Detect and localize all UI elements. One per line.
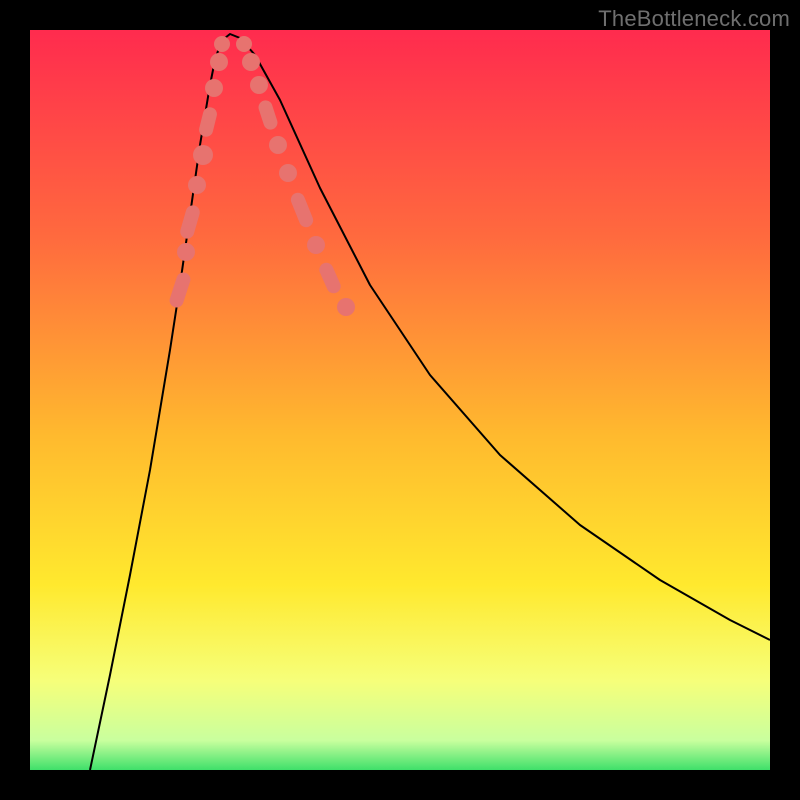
data-marker bbox=[242, 53, 260, 71]
data-marker bbox=[279, 164, 297, 182]
data-marker bbox=[307, 236, 325, 254]
data-marker bbox=[269, 136, 287, 154]
data-marker bbox=[193, 145, 213, 165]
data-marker bbox=[337, 298, 355, 316]
data-marker bbox=[289, 191, 315, 230]
chart-frame: TheBottleneck.com bbox=[0, 0, 800, 800]
data-marker bbox=[214, 36, 230, 52]
data-marker bbox=[168, 271, 192, 310]
data-marker bbox=[236, 36, 252, 52]
bottleneck-curve bbox=[90, 34, 770, 770]
data-marker bbox=[257, 99, 280, 132]
data-marker bbox=[317, 261, 343, 296]
data-marker bbox=[179, 204, 202, 241]
data-marker bbox=[177, 243, 195, 261]
data-marker bbox=[210, 53, 228, 71]
data-marker bbox=[188, 176, 206, 194]
watermark-text: TheBottleneck.com bbox=[598, 6, 790, 32]
chart-overlay bbox=[30, 30, 770, 770]
data-marker bbox=[250, 76, 268, 94]
chart-plot-area bbox=[30, 30, 770, 770]
data-marker bbox=[198, 106, 219, 138]
data-marker bbox=[205, 79, 223, 97]
